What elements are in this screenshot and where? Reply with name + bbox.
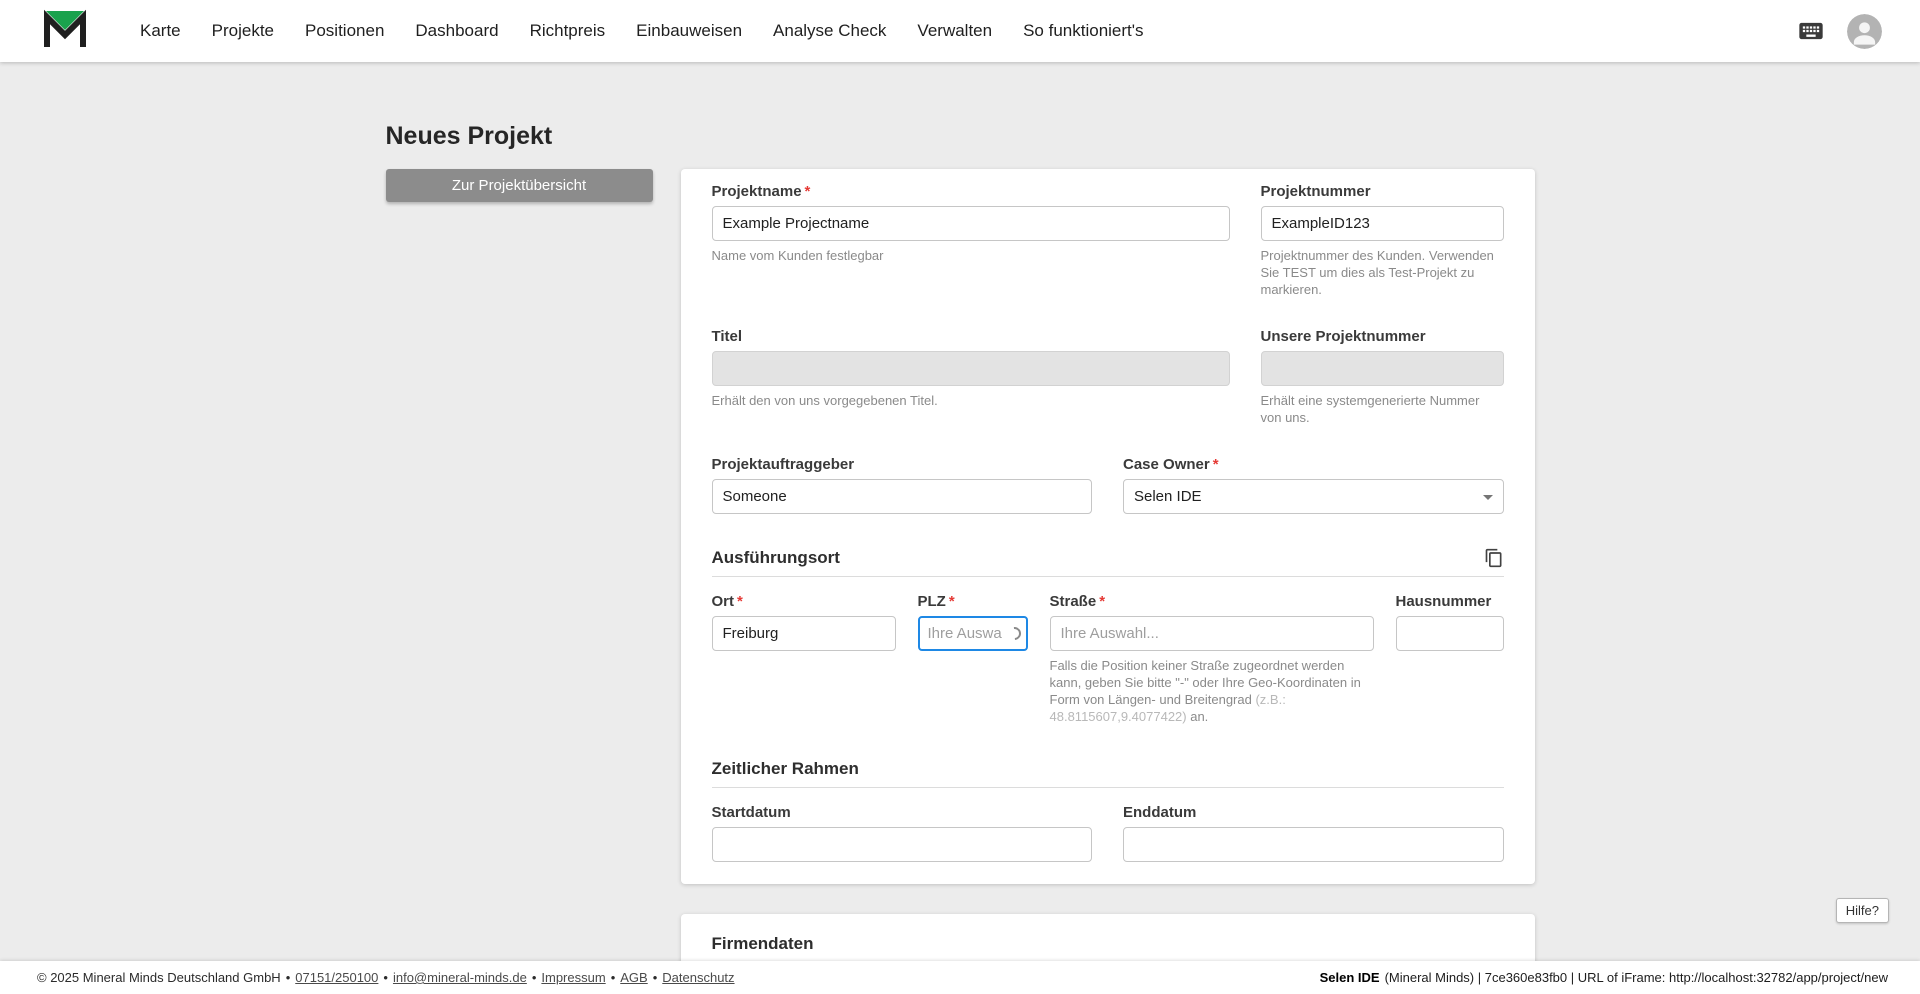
iframe-info-text: (Mineral Minds) | 7ce360e83fb0 | URL of … (1384, 970, 1888, 985)
nav-item-analyse-check[interactable]: Analyse Check (773, 21, 886, 41)
impressum-link[interactable]: Impressum (541, 970, 605, 985)
projektnummer-field: Projektnummer Projektnummer des Kunden. … (1260, 183, 1504, 298)
content-area: Neues Projekt Zur Projektübersicht Proje… (0, 62, 1920, 961)
nav-item-verwalten[interactable]: Verwalten (917, 21, 992, 41)
plz-field: PLZ * (917, 593, 1028, 725)
footer-left: © 2025 Mineral Minds Deutschland GmbH • … (37, 970, 735, 985)
main-menu: Karte Projekte Positionen Dashboard Rich… (140, 21, 1144, 41)
footer-separator: • (383, 970, 388, 985)
chevron-down-icon (1482, 495, 1493, 500)
keyboard-icon[interactable] (1797, 17, 1825, 45)
copyright-text: © 2025 Mineral Minds Deutschland GmbH (37, 970, 281, 985)
phone-link[interactable]: 07151/250100 (295, 970, 378, 985)
mineral-minds-logo[interactable] (43, 9, 87, 54)
hausnummer-label: Hausnummer (1395, 593, 1492, 610)
unsere-projektnummer-field: Unsere Projektnummer Erhält eine systemg… (1260, 328, 1504, 426)
projektname-field: Projektname* Name vom Kunden festlegbar (711, 183, 1230, 298)
nav-item-projekte[interactable]: Projekte (212, 21, 274, 41)
logo-icon (43, 9, 87, 54)
startdatum-label: Startdatum (711, 804, 791, 821)
copy-icon[interactable] (1484, 548, 1504, 568)
required-mark: * (1099, 593, 1106, 610)
ort-field: Ort * (711, 593, 896, 725)
startdatum-input[interactable] (711, 827, 1092, 862)
top-navigation-bar: Karte Projekte Positionen Dashboard Rich… (0, 0, 1920, 62)
unsere-projektnummer-helper: Erhält eine systemgenerierte Nummer von … (1260, 393, 1480, 425)
footer-separator: • (285, 970, 291, 985)
enddatum-label: Enddatum (1123, 804, 1197, 821)
case-owner-selected-value: Selen IDE (1134, 488, 1202, 505)
case-owner-select[interactable]: Selen IDE (1123, 479, 1504, 514)
ausfuehrungsort-section-title: Ausführungsort (711, 548, 840, 567)
unsere-projektnummer-label: Unsere Projektnummer (1260, 328, 1426, 345)
footer-separator: • (531, 970, 537, 985)
titel-input (711, 351, 1230, 386)
help-button[interactable]: Hilfe? (1835, 898, 1889, 923)
firmendaten-section-title: Firmendaten (711, 934, 814, 953)
startdatum-field: Startdatum (711, 804, 1092, 862)
titel-label: Titel (711, 328, 743, 345)
projektnummer-label: Projektnummer (1260, 183, 1371, 200)
strasse-helper: Falls die Position keiner Straße zugeord… (1049, 658, 1361, 724)
back-to-project-overview-button[interactable]: Zur Projektübersicht (385, 169, 653, 202)
footer-right: Selen IDE (Mineral Minds) | 7ce360e83fb0… (1320, 970, 1888, 985)
zeitlicher-rahmen-section-header: Zeitlicher Rahmen (711, 759, 1504, 788)
session-owner-text: Selen IDE (1319, 970, 1380, 985)
projektname-helper: Name vom Kunden festlegbar (711, 248, 884, 263)
strasse-input[interactable] (1049, 616, 1374, 651)
titel-helper: Erhält den von uns vorgegebenen Titel. (711, 393, 938, 408)
required-mark: * (948, 593, 955, 610)
page-footer: © 2025 Mineral Minds Deutschland GmbH • … (0, 961, 1920, 994)
ort-input[interactable] (711, 616, 896, 651)
unsere-projektnummer-input (1260, 351, 1504, 386)
projektauftraggeber-input[interactable] (711, 479, 1092, 514)
enddatum-input[interactable] (1123, 827, 1504, 862)
projektname-input[interactable] (711, 206, 1230, 241)
agb-link[interactable]: AGB (620, 970, 647, 985)
nav-item-positionen[interactable]: Positionen (305, 21, 384, 41)
ausfuehrungsort-section-header: Ausführungsort (711, 548, 1504, 577)
project-form-card: Projektname* Name vom Kunden festlegbar … (680, 169, 1535, 884)
required-mark: * (804, 183, 811, 200)
projektnummer-input[interactable] (1260, 206, 1504, 241)
page-title: Neues Projekt (385, 122, 553, 150)
nav-item-dashboard[interactable]: Dashboard (415, 21, 498, 41)
email-link[interactable]: info@mineral-minds.de (393, 970, 527, 985)
company-data-card: Firmendaten (680, 914, 1535, 961)
nav-item-so-funktionierts[interactable]: So funktioniert's (1023, 21, 1143, 41)
datenschutz-link[interactable]: Datenschutz (662, 970, 734, 985)
case-owner-label: Case Owner * (1123, 456, 1219, 473)
plz-label: PLZ * (917, 593, 955, 610)
nav-item-karte[interactable]: Karte (140, 21, 181, 41)
required-mark: * (1212, 456, 1219, 473)
firmendaten-section-header: Firmendaten (712, 934, 1504, 961)
case-owner-field: Case Owner * Selen IDE (1123, 456, 1504, 514)
required-mark: * (737, 593, 743, 610)
strasse-field: Straße* Falls die Position keiner Straße… (1049, 593, 1374, 725)
hausnummer-input[interactable] (1395, 616, 1504, 651)
projektauftraggeber-field: Projektauftraggeber (711, 456, 1092, 514)
enddatum-field: Enddatum (1123, 804, 1504, 862)
footer-separator: • (652, 970, 658, 985)
strasse-label: Straße * (1049, 593, 1106, 610)
hausnummer-field: Hausnummer (1395, 593, 1504, 725)
zeitlicher-rahmen-section-title: Zeitlicher Rahmen (711, 759, 859, 778)
titel-field: Titel Erhält den von uns vorgegebenen Ti… (711, 328, 1230, 426)
projektnummer-helper: Projektnummer des Kunden. Verwenden Sie … (1260, 248, 1494, 297)
nav-right-actions (1797, 13, 1882, 49)
projektname-label: Projektname * (711, 183, 811, 200)
footer-separator: • (610, 970, 616, 985)
projektauftraggeber-label: Projektauftraggeber (711, 456, 855, 473)
user-avatar[interactable] (1847, 13, 1882, 49)
ort-label: Ort * (711, 593, 743, 610)
nav-item-richtpreis[interactable]: Richtpreis (530, 21, 606, 41)
nav-item-einbauweisen[interactable]: Einbauweisen (636, 21, 742, 41)
